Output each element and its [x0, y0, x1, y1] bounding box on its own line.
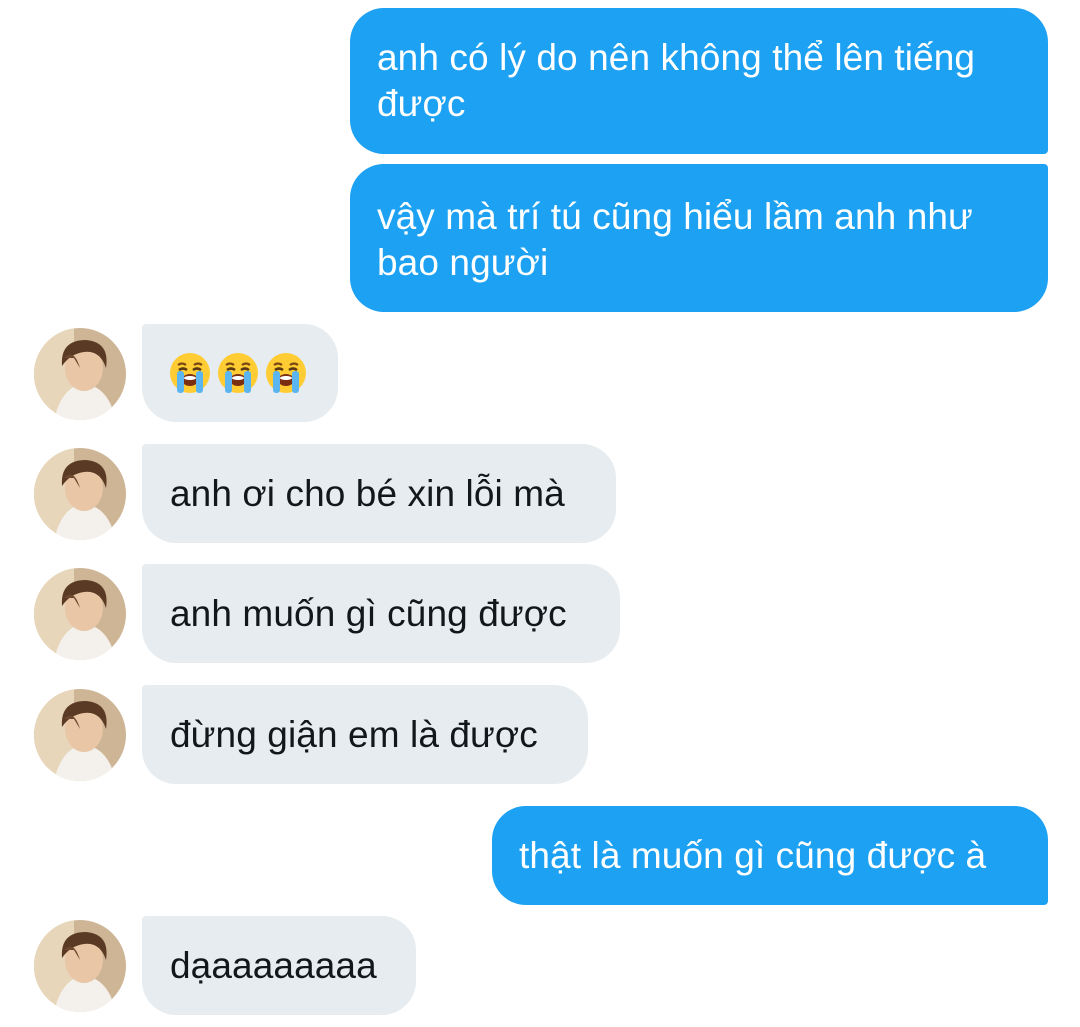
emoji-row [168, 324, 312, 422]
message-text-line: anh có lý do nên không thể lên tiếng [377, 37, 976, 78]
message-text: dạaaaaaaaa [170, 945, 377, 986]
received-message[interactable]: anh muốn gì cũng được [142, 564, 620, 663]
contact-avatar[interactable] [34, 920, 126, 1012]
loudly-crying-face-icon [216, 351, 260, 395]
contact-avatar[interactable] [34, 689, 126, 781]
sent-message[interactable]: anh có lý do nên không thể lên tiếng đượ… [350, 8, 1048, 154]
sent-message[interactable]: thật là muốn gì cũng được à [492, 806, 1048, 905]
received-message[interactable]: dạaaaaaaaa [142, 916, 416, 1015]
message-thread: anh có lý do nên không thể lên tiếng đượ… [0, 0, 1080, 1027]
contact-avatar[interactable] [34, 568, 126, 660]
message-text: thật là muốn gì cũng được à [519, 835, 987, 876]
loudly-crying-face-icon [168, 351, 212, 395]
message-text-line: vậy mà trí tú cũng hiểu lầm anh như [377, 196, 973, 237]
message-text: anh ơi cho bé xin lỗi mà [170, 473, 565, 514]
sent-message[interactable]: vậy mà trí tú cũng hiểu lầm anh như bao … [350, 164, 1048, 312]
contact-avatar[interactable] [34, 448, 126, 540]
message-text: đừng giận em là được [170, 714, 538, 755]
contact-avatar[interactable] [34, 328, 126, 420]
received-message[interactable] [142, 324, 338, 422]
received-message[interactable]: anh ơi cho bé xin lỗi mà [142, 444, 616, 543]
loudly-crying-face-icon [264, 351, 308, 395]
message-text-line: bao người [377, 242, 549, 283]
message-text-line: được [377, 83, 466, 124]
message-text: anh muốn gì cũng được [170, 593, 567, 634]
received-message[interactable]: đừng giận em là được [142, 685, 588, 784]
